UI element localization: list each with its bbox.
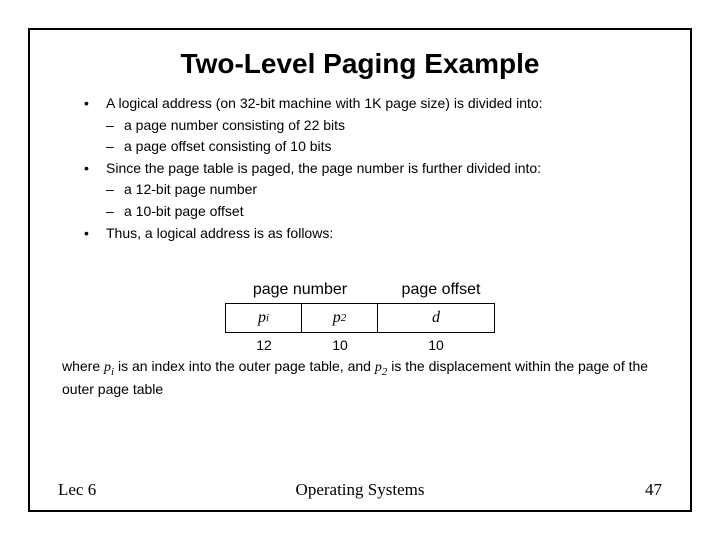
cell-p2-sub: 2 (341, 312, 347, 324)
cell-p1-sub: i (266, 312, 269, 324)
diagram-headers: page number page offset (224, 281, 496, 299)
caption-pre: where (62, 358, 104, 374)
bits-p1: 12 (226, 337, 302, 353)
cell-p1: pi (226, 304, 302, 332)
cell-d-text: d (432, 309, 440, 327)
bullet-2a-text: a 12-bit page number (124, 180, 257, 200)
caption-pi-base: p (104, 360, 111, 375)
bullet-dash: – (106, 180, 124, 200)
bullet-dot: • (84, 224, 106, 244)
slide-footer: Lec 6 Operating Systems 47 (58, 480, 662, 500)
caption-p2-base: p (375, 360, 382, 375)
bullet-dash: – (106, 116, 124, 136)
slide-frame: Two-Level Paging Example • A logical add… (28, 28, 692, 512)
bits-p2: 10 (302, 337, 378, 353)
bullet-1b: – a page offset consisting of 10 bits (106, 137, 662, 157)
cell-p2: p2 (302, 304, 378, 332)
bullet-2b: – a 10-bit page offset (106, 202, 662, 222)
diagram-boxes: pi p2 d (225, 303, 495, 333)
diagram-caption: where pi is an index into the outer page… (58, 357, 662, 399)
bullet-1-text: A logical address (on 32-bit machine wit… (106, 94, 543, 114)
bullet-2-text: Since the page table is paged, the page … (106, 159, 541, 179)
bullet-2a: – a 12-bit page number (106, 180, 662, 200)
bullet-3: • Thus, a logical address is as follows: (84, 224, 662, 244)
bullet-dot: • (84, 159, 106, 179)
bullet-2b-text: a 10-bit page offset (124, 202, 244, 222)
bullet-1a: – a page number consisting of 22 bits (106, 116, 662, 136)
bits-d: 10 (378, 337, 494, 353)
bullet-dash: – (106, 202, 124, 222)
caption-mid1: is an index into the outer page table, a… (114, 358, 375, 374)
cell-d: d (378, 304, 494, 332)
cell-p2-base: p (333, 309, 341, 327)
slide-title: Two-Level Paging Example (58, 48, 662, 80)
header-page-number: page number (224, 281, 376, 299)
bullet-3-text: Thus, a logical address is as follows: (106, 224, 333, 244)
bullet-1b-text: a page offset consisting of 10 bits (124, 137, 332, 157)
footer-center: Operating Systems (58, 480, 662, 500)
header-page-offset: page offset (386, 281, 496, 299)
diagram-bitwidths: 12 10 10 (226, 337, 494, 353)
bullet-1: • A logical address (on 32-bit machine w… (84, 94, 662, 114)
bullet-1a-text: a page number consisting of 22 bits (124, 116, 345, 136)
bullet-dash: – (106, 137, 124, 157)
bullet-list: • A logical address (on 32-bit machine w… (84, 94, 662, 243)
cell-p1-base: p (258, 309, 266, 327)
bullet-dot: • (84, 94, 106, 114)
address-diagram: page number page offset pi p2 d 12 10 10 (58, 281, 662, 353)
bullet-2: • Since the page table is paged, the pag… (84, 159, 662, 179)
